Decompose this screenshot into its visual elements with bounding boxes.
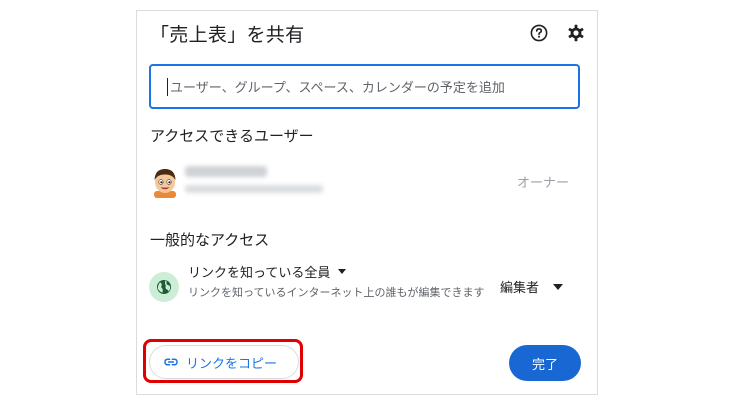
share-dialog: 「売上表」を共有 ユーザー、グループ、スペース、カレンダーの予定を追加 アクセス… [136, 10, 598, 395]
role-selected: 編集者 [500, 281, 540, 296]
general-access-description: リンクを知っているインターネット上の誰もが編集できます [188, 286, 485, 299]
user-avatar [151, 166, 179, 198]
general-access-heading: 一般的なアクセス [150, 231, 270, 249]
add-people-placeholder: ユーザー、グループ、スペース、カレンダーの予定を追加 [170, 81, 505, 96]
add-people-input[interactable]: ユーザー、グループ、スペース、カレンダーの予定を追加 [149, 64, 580, 109]
user-email-blurred [185, 185, 323, 193]
copy-link-button[interactable]: リンクをコピー [149, 345, 299, 379]
text-caret [167, 77, 168, 96]
dropdown-arrow-icon [338, 269, 347, 274]
globe-icon [149, 272, 179, 302]
dialog-title: 「売上表」を共有 [150, 24, 305, 46]
link-icon [164, 358, 178, 366]
people-with-access-heading: アクセスできるユーザー [150, 127, 314, 145]
general-access-dropdown[interactable]: リンクを知っている全員 [188, 262, 347, 281]
dropdown-arrow-icon [553, 283, 564, 290]
general-access-selected: リンクを知っている全員 [188, 266, 331, 281]
help-icon[interactable] [529, 23, 549, 43]
copy-link-label: リンクをコピー [186, 356, 278, 372]
user-name-blurred [185, 166, 267, 177]
user-role-label: オーナー [517, 176, 570, 191]
gear-icon[interactable] [566, 23, 586, 43]
done-button[interactable]: 完了 [509, 345, 581, 381]
role-dropdown[interactable]: 編集者 [500, 277, 564, 296]
